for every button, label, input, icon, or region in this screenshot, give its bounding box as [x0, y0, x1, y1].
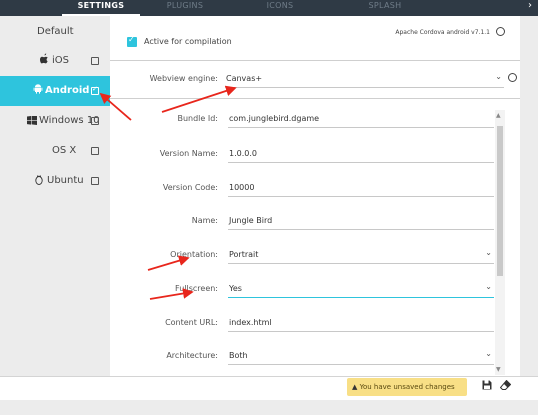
scroll-down-icon[interactable]: ▼: [496, 366, 501, 373]
webview-engine-label: Webview engine:: [149, 74, 218, 83]
unsaved-changes-badge: ▲ You have unsaved changes: [347, 378, 467, 396]
bundle-id-label: Bundle Id:: [177, 114, 218, 123]
content-url-label: Content URL:: [165, 318, 218, 327]
sidebar-item-ubuntu[interactable]: Ubuntu: [0, 166, 110, 196]
tab-splash[interactable]: SPLASH: [360, 0, 410, 16]
sidebar-item-label: Ubuntu: [47, 175, 84, 186]
webview-engine-value: Canvas+: [226, 74, 263, 83]
apple-icon: [40, 53, 49, 67]
sidebar-item-label: iOS: [52, 55, 69, 66]
fullscreen-value: Yes: [229, 284, 242, 293]
top-tab-bar: SETTINGS PLUGINS ICONS SPLASH ›: [0, 0, 538, 16]
warning-icon: ▲: [352, 383, 358, 391]
chevron-down-icon: ⌄: [485, 349, 492, 358]
active-compilation-checkbox[interactable]: [127, 35, 137, 47]
version-code-label: Version Code:: [162, 183, 218, 192]
tab-icons[interactable]: ICONS: [255, 0, 305, 16]
architecture-select[interactable]: Both ⌄: [228, 349, 494, 365]
ubuntu-checkbox[interactable]: [91, 177, 99, 185]
orientation-select[interactable]: Portrait ⌄: [228, 248, 494, 264]
android-checkbox[interactable]: [91, 85, 99, 95]
version-name-label: Version Name:: [159, 149, 218, 158]
chevron-down-icon: ⌄: [495, 72, 502, 81]
version-code-input[interactable]: 10000: [228, 183, 494, 197]
osx-checkbox[interactable]: [91, 147, 99, 155]
scroll-up-icon[interactable]: ▲: [496, 112, 501, 119]
divider: [110, 60, 520, 61]
architecture-value: Both: [229, 351, 248, 360]
webview-engine-select[interactable]: Canvas+ ⌄: [225, 72, 504, 88]
orientation-label: Orientation:: [170, 250, 218, 259]
windows-checkbox[interactable]: [91, 117, 99, 125]
info-icon[interactable]: [508, 73, 517, 82]
fullscreen-label: Fullscreen:: [175, 284, 218, 293]
sidebar-item-android[interactable]: Android: [0, 76, 110, 106]
android-icon: [33, 84, 43, 97]
tab-plugins[interactable]: PLUGINS: [160, 0, 210, 16]
sidebar-item-ios[interactable]: iOS: [0, 46, 110, 76]
eraser-icon[interactable]: [499, 379, 512, 393]
fullscreen-select[interactable]: Yes ⌄: [228, 282, 494, 298]
content-url-input[interactable]: index.html: [228, 318, 494, 332]
settings-panel: Active for compilation Apache Cordova an…: [110, 16, 520, 376]
chevron-down-icon: ⌄: [485, 282, 492, 291]
platform-sidebar: Default iOS Android Windows 10 OS X Ubun…: [0, 16, 110, 376]
sidebar-item-osx[interactable]: OS X: [0, 136, 110, 166]
chevron-right-icon[interactable]: ›: [528, 0, 532, 12]
name-input[interactable]: Jungle Bird: [228, 216, 494, 230]
name-label: Name:: [191, 216, 218, 225]
sidebar-item-label: Default: [37, 26, 74, 37]
sidebar-item-label: Android: [45, 85, 90, 96]
scrollbar-thumb[interactable]: [497, 126, 503, 276]
orientation-value: Portrait: [229, 250, 259, 259]
chevron-down-icon: ⌄: [485, 248, 492, 257]
version-name-input[interactable]: 1.0.0.0: [228, 149, 494, 163]
windows-icon: [27, 115, 37, 128]
tab-settings[interactable]: SETTINGS: [62, 0, 140, 16]
bundle-id-input[interactable]: com.junglebird.dgame: [228, 114, 494, 128]
architecture-label: Architecture:: [166, 351, 218, 360]
cordova-version-label: Apache Cordova android v7.1.1: [395, 29, 490, 36]
ios-checkbox[interactable]: [91, 57, 99, 65]
info-icon[interactable]: [496, 27, 505, 36]
save-icon[interactable]: [482, 380, 492, 393]
unsaved-changes-text: You have unsaved changes: [359, 383, 455, 391]
sidebar-item-windows[interactable]: Windows 10: [0, 106, 110, 136]
sidebar-item-label: OS X: [52, 145, 77, 156]
divider: [110, 98, 520, 99]
active-compilation-label: Active for compilation: [144, 37, 232, 46]
ubuntu-icon: [34, 174, 44, 188]
